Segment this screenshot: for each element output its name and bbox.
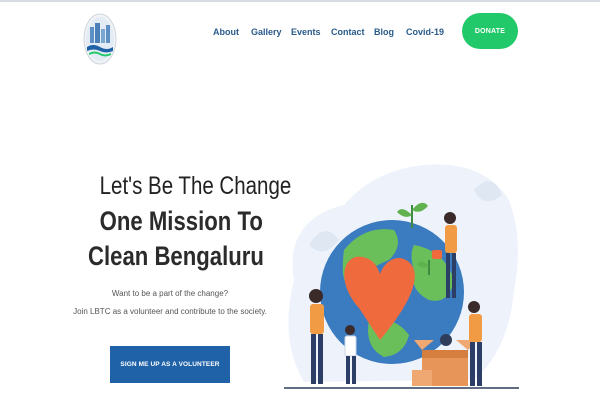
donate-button[interactable]: DONATE xyxy=(462,13,518,49)
nav-blog[interactable]: Blog xyxy=(374,27,394,37)
logo-emblem-icon xyxy=(83,13,117,65)
nav-about[interactable]: About xyxy=(213,27,239,37)
top-border xyxy=(0,0,600,2)
nav-contact[interactable]: Contact xyxy=(331,27,365,37)
logo[interactable] xyxy=(83,13,117,66)
hero-tagline: Let's Be The Change xyxy=(99,172,292,200)
hero-subtext-invite: Join LBTC as a volunteer and contribute … xyxy=(73,307,267,316)
volunteer-signup-button[interactable]: SIGN ME UP AS A VOLUNTEER xyxy=(110,346,230,383)
hero-subtext-question: Want to be a part of the change? xyxy=(111,289,229,298)
nav-events[interactable]: Events xyxy=(291,27,321,37)
hero-illustration xyxy=(274,150,524,395)
earth-volunteers-illustration xyxy=(284,164,519,389)
hero-heading-line-2: Clean Bengaluru xyxy=(88,241,264,271)
nav-covid-19[interactable]: Covid-19 xyxy=(406,27,444,37)
nav-gallery[interactable]: Gallery xyxy=(251,27,282,37)
hero-heading-line-1: One Mission To xyxy=(99,206,263,236)
